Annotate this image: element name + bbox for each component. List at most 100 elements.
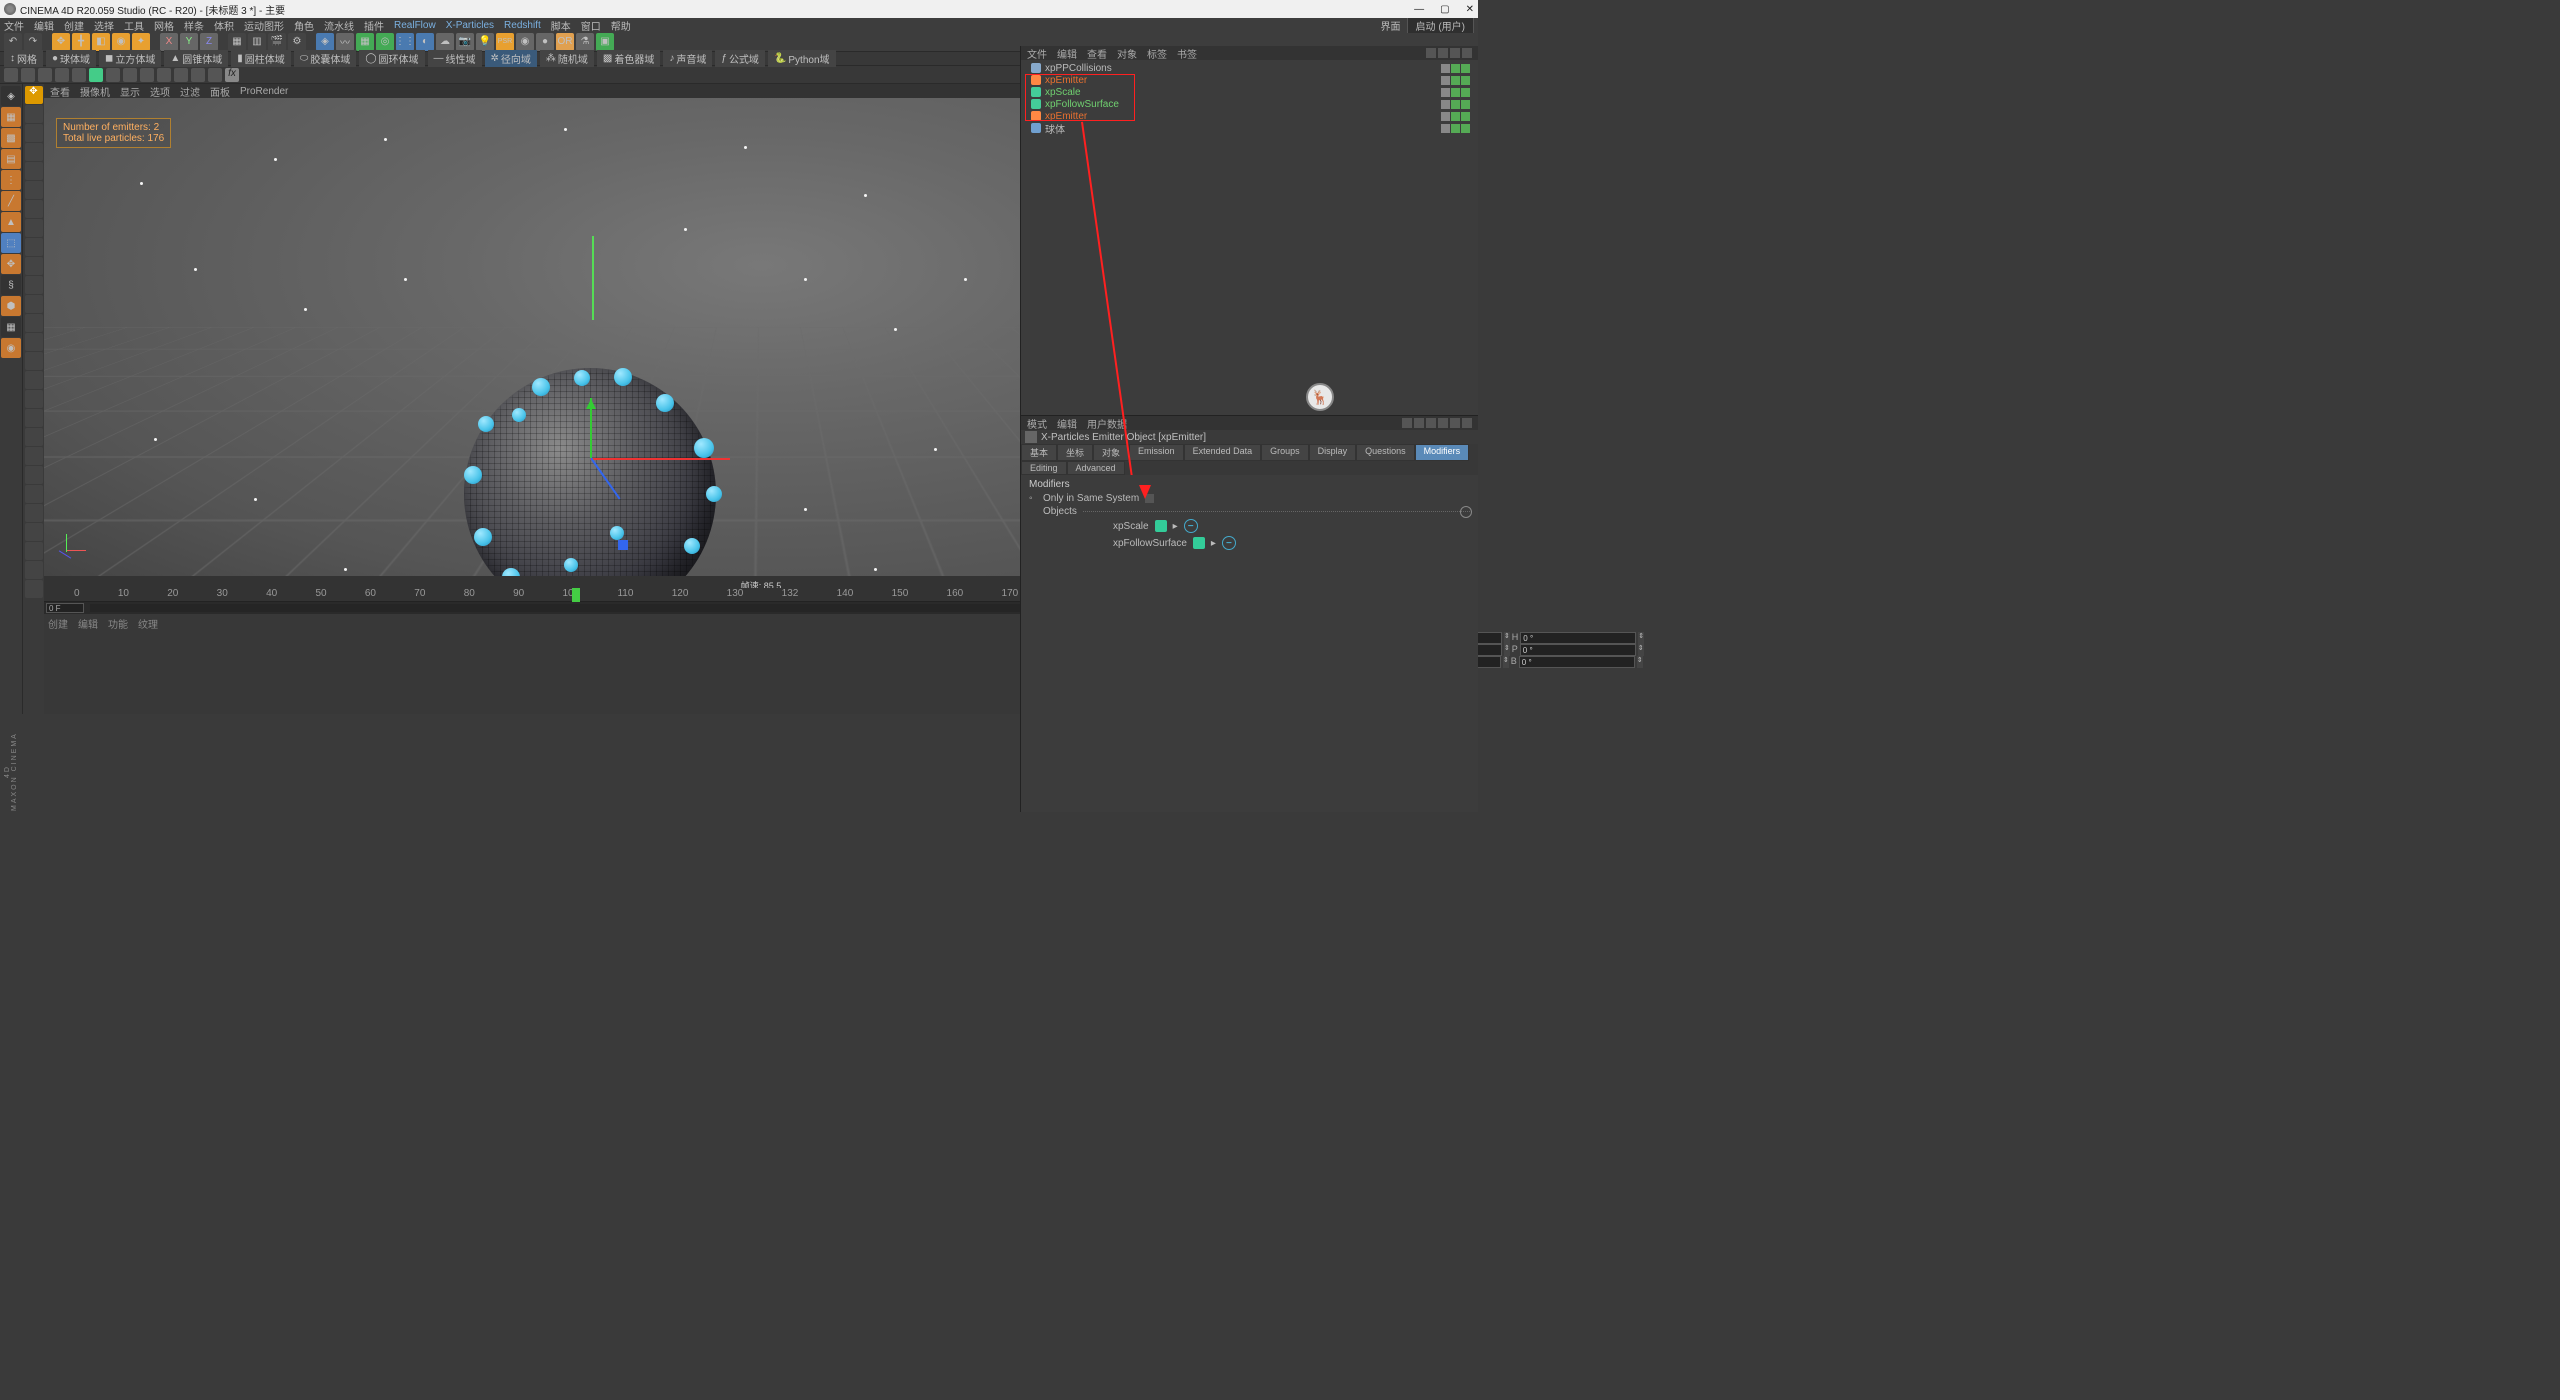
model-mode[interactable]: ◈ <box>1 86 21 106</box>
nav-fwd-icon[interactable] <box>1414 418 1424 428</box>
field-cyl[interactable]: ▮ 圆柱体域 <box>231 50 291 67</box>
rot-input[interactable] <box>1520 632 1636 644</box>
field-torus[interactable]: ◯ 圆环体域 <box>359 50 424 67</box>
deformer-tool[interactable]: ◐ <box>416 33 434 51</box>
log-tab[interactable]: 创建 <box>48 616 68 712</box>
object-row[interactable]: xpPPCollisions <box>1023 62 1476 74</box>
window-maximize[interactable]: ▢ <box>1440 4 1449 15</box>
axis-y-toggle[interactable]: Y <box>180 33 198 51</box>
object-mode[interactable]: ▦ <box>1 107 21 127</box>
search-icon[interactable] <box>1426 48 1436 58</box>
camera-tool[interactable]: 📷 <box>456 33 474 51</box>
xp-icon[interactable] <box>38 68 52 82</box>
menu-item[interactable]: 脚本 <box>551 18 571 33</box>
vp-menu-item[interactable]: 面板 <box>210 84 230 99</box>
menu-item[interactable]: 编辑 <box>34 18 54 33</box>
menu-item[interactable]: 插件 <box>364 18 384 33</box>
om-menu[interactable]: 查看 <box>1087 46 1107 61</box>
lock-icon[interactable] <box>1438 418 1448 428</box>
om-menu[interactable]: 标签 <box>1147 46 1167 61</box>
menu-item[interactable]: 角色 <box>294 18 314 33</box>
menu-item[interactable]: 帮助 <box>611 18 631 33</box>
workplane-mode[interactable]: ▤ <box>1 149 21 169</box>
tool-icon[interactable] <box>25 447 43 465</box>
xp-icon[interactable]: fx <box>225 68 239 82</box>
cube-primitive[interactable]: ◈ <box>316 33 334 51</box>
menu-item[interactable]: 样条 <box>184 18 204 33</box>
tool-icon[interactable] <box>25 390 43 408</box>
xp-icon[interactable] <box>208 68 222 82</box>
render-region-button[interactable]: ▥ <box>248 33 266 51</box>
mode-icon[interactable] <box>1450 418 1460 428</box>
render-view-button[interactable]: ▦ <box>228 33 246 51</box>
rotate-tool[interactable]: ◉ <box>112 33 130 51</box>
tool-icon[interactable] <box>25 504 43 522</box>
rot-input[interactable] <box>1519 656 1635 668</box>
xp-icon[interactable] <box>4 68 18 82</box>
flat-icon[interactable] <box>1462 48 1472 58</box>
vp-menu-item[interactable]: 选项 <box>150 84 170 99</box>
remove-button[interactable]: − <box>1222 536 1236 550</box>
window-close[interactable]: ✕ <box>1466 4 1474 15</box>
mode-icon[interactable] <box>1462 418 1472 428</box>
move-icon[interactable]: ✥ <box>25 86 43 104</box>
tool-icon[interactable] <box>25 561 43 579</box>
generator-tool[interactable]: ▦ <box>356 33 374 51</box>
tool-icon[interactable] <box>25 371 43 389</box>
workplane[interactable]: ▦ <box>1 317 21 337</box>
plugin-icon[interactable]: ⚗ <box>576 33 594 51</box>
menu-item[interactable]: Redshift <box>504 20 541 31</box>
tab-groups[interactable]: Groups <box>1261 444 1309 461</box>
texture-mode[interactable]: ▩ <box>1 128 21 148</box>
tool-icon[interactable] <box>25 409 43 427</box>
log-tab[interactable]: 纹理 <box>138 616 158 712</box>
menu-item[interactable]: 选择 <box>94 18 114 33</box>
xp-icon[interactable] <box>174 68 188 82</box>
attr-menu[interactable]: 模式 <box>1027 416 1047 431</box>
field-python[interactable]: 🐍 Python域 <box>768 50 836 67</box>
array-tool[interactable]: ⋮⋮ <box>396 33 414 51</box>
path-icon[interactable] <box>1450 48 1460 58</box>
field-random[interactable]: ⁂ 随机域 <box>540 50 594 67</box>
attr-menu[interactable]: 用户数据 <box>1087 416 1127 431</box>
snap-toggle[interactable]: § <box>1 275 21 295</box>
om-menu[interactable]: 编辑 <box>1057 46 1077 61</box>
tool-icon[interactable] <box>25 314 43 332</box>
xp-icon[interactable] <box>106 68 120 82</box>
xp-icon[interactable] <box>21 68 35 82</box>
rs-icon[interactable]: ● <box>536 33 554 51</box>
xp-icon[interactable] <box>123 68 137 82</box>
move-tool[interactable]: ╋ <box>72 33 90 51</box>
timeline-track[interactable] <box>90 604 1101 612</box>
tab-extdata[interactable]: Extended Data <box>1184 444 1262 461</box>
tab-questions[interactable]: Questions <box>1356 444 1415 461</box>
field-shader[interactable]: ▩ 着色器域 <box>597 50 660 67</box>
object-row[interactable]: 球体 <box>1023 122 1476 134</box>
last-tool[interactable]: ✦ <box>132 33 150 51</box>
field-radial[interactable]: ✲ 径向域 <box>485 50 537 67</box>
xp-icon[interactable] <box>140 68 154 82</box>
tool-icon[interactable] <box>25 466 43 484</box>
spline-tool[interactable]: 〰 <box>336 33 354 51</box>
menu-item[interactable]: 体积 <box>214 18 234 33</box>
om-menu[interactable]: 对象 <box>1117 46 1137 61</box>
tool-icon[interactable] <box>25 295 43 313</box>
field-sphere[interactable]: ● 球体域 <box>46 50 96 67</box>
tool-icon[interactable] <box>25 238 43 256</box>
window-minimize[interactable]: — <box>1414 4 1424 15</box>
attr-menu[interactable]: 编辑 <box>1057 416 1077 431</box>
edge-mode[interactable]: ╱ <box>1 191 21 211</box>
tool-icon[interactable] <box>25 485 43 503</box>
or-icon[interactable]: OR <box>556 33 574 51</box>
tool-icon[interactable] <box>25 200 43 218</box>
vp-menu-item[interactable]: 显示 <box>120 84 140 99</box>
scale-tool[interactable]: ◧ <box>92 33 110 51</box>
xp-icon[interactable] <box>157 68 171 82</box>
tool-icon[interactable] <box>25 580 43 598</box>
poly-mode[interactable]: ▲ <box>1 212 21 232</box>
tool-icon[interactable] <box>25 105 43 123</box>
tool-icon[interactable] <box>25 333 43 351</box>
field-sound[interactable]: ♪ 声音域 <box>663 50 712 67</box>
layout-dropdown[interactable]: 启动 (用户) <box>1407 18 1474 33</box>
xp-icon[interactable] <box>72 68 86 82</box>
